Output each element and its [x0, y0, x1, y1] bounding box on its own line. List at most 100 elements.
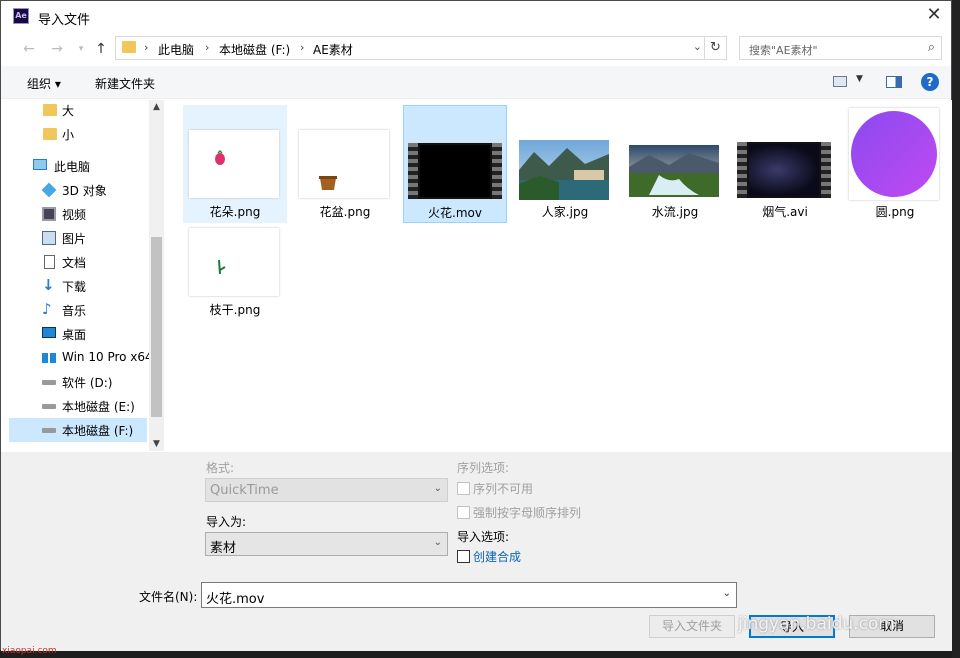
breadcrumb-separator-icon[interactable]: ›: [205, 41, 209, 54]
force-alphabetical-label: 强制按字母顺序排列: [473, 506, 582, 520]
chevron-down-icon[interactable]: ⌄: [723, 588, 731, 599]
up-arrow-icon[interactable]: ↑: [91, 39, 111, 59]
close-button[interactable]: ✕: [917, 1, 951, 31]
computer-icon: [33, 159, 47, 170]
nav-item-downloads[interactable]: ↓ 下载: [9, 274, 149, 298]
file-item[interactable]: 人家.jpg: [513, 105, 617, 223]
search-icon[interactable]: ⌕: [928, 40, 935, 55]
nav-label: 文档: [62, 256, 87, 270]
filename-input[interactable]: 火花.mov ⌄: [201, 582, 737, 608]
file-item[interactable]: 烟气.avi: [733, 105, 837, 223]
scrollbar-thumb[interactable]: [151, 237, 162, 417]
import-folder-button[interactable]: 导入文件夹: [649, 615, 735, 638]
file-item[interactable]: 枝干.png: [183, 223, 287, 341]
create-composition-checkbox[interactable]: [457, 550, 470, 563]
file-item[interactable]: 花朵.png: [183, 105, 287, 223]
nav-item-documents[interactable]: 文档: [9, 250, 149, 274]
import-as-select[interactable]: 素材 ⌄: [205, 532, 448, 556]
file-name: 火花.mov: [428, 206, 482, 220]
format-value: QuickTime: [210, 483, 279, 498]
circle-thumbnail-icon: [851, 111, 937, 197]
3d-objects-icon: [41, 182, 57, 198]
drive-icon: [42, 428, 56, 433]
nav-item-drive-d[interactable]: 软件 (D:): [9, 370, 149, 394]
nav-label: 本地磁盘 (E:): [62, 400, 135, 414]
nav-item-videos[interactable]: 视频: [9, 202, 149, 226]
download-icon: ↓: [42, 276, 55, 294]
nav-item-desktop[interactable]: 桌面: [9, 322, 149, 346]
file-item[interactable]: 圆.png: [843, 105, 947, 223]
scroll-up-icon[interactable]: ▲: [149, 102, 164, 112]
new-folder-button[interactable]: 新建文件夹: [95, 75, 155, 92]
breadcrumb-drive-f[interactable]: 本地磁盘 (F:): [219, 41, 290, 58]
nav-label: 图片: [62, 232, 87, 246]
nav-label: 音乐: [62, 304, 87, 318]
nav-item-win10-drive[interactable]: Win 10 Pro x64: [9, 346, 153, 370]
file-thumbnail: [189, 228, 279, 296]
breadcrumb-ae-materials[interactable]: AE素材: [313, 41, 353, 58]
nav-item-this-pc[interactable]: 此电脑: [9, 154, 149, 178]
nav-label: 3D 对象: [62, 184, 107, 198]
file-item[interactable]: 火花.mov: [403, 105, 507, 223]
folder-icon: [43, 128, 57, 140]
breadcrumb-this-pc[interactable]: 此电脑: [158, 41, 194, 58]
nav-item-da[interactable]: 大: [9, 100, 149, 122]
nav-label: 此电脑: [54, 160, 91, 174]
force-alphabetical-checkbox[interactable]: [457, 506, 470, 519]
file-thumbnail: [189, 130, 279, 198]
search-placeholder: 搜索"AE素材": [749, 44, 818, 57]
file-list: 花朵.png 花盆.png 火花.mov 人家.jpg 水流.jpg 烟气.av…: [166, 100, 952, 452]
file-name: 枝干.png: [209, 303, 261, 317]
search-input[interactable]: 搜索"AE素材" ⌕: [739, 36, 942, 60]
file-item[interactable]: 水流.jpg: [623, 105, 727, 223]
preview-pane-icon[interactable]: [886, 76, 902, 88]
recent-locations-chevron-icon[interactable]: ▾: [71, 39, 91, 59]
change-view-icon[interactable]: [833, 76, 847, 87]
create-composition-label[interactable]: 创建合成: [473, 548, 521, 565]
forward-arrow-icon[interactable]: →: [47, 39, 67, 59]
waterfall-landscape-photo: [629, 145, 719, 197]
import-as-label: 导入为:: [206, 515, 247, 529]
file-thumbnail: [849, 108, 939, 200]
file-thumbnail: [299, 130, 389, 198]
view-options-chevron-icon[interactable]: ▼: [856, 74, 863, 84]
nav-item-drive-f[interactable]: 本地磁盘 (F:): [9, 418, 147, 442]
address-dropdown-icon[interactable]: ⌄: [693, 40, 702, 53]
breadcrumb-separator-icon[interactable]: ›: [144, 41, 148, 54]
nav-item-3d-objects[interactable]: 3D 对象: [9, 178, 149, 202]
back-arrow-icon[interactable]: ←: [19, 39, 39, 59]
navigation-scrollbar[interactable]: ▲ ▼: [149, 100, 164, 451]
title-bar: Ae 导入文件 ✕: [1, 1, 951, 33]
nav-item-drive-e[interactable]: 本地磁盘 (E:): [9, 394, 149, 418]
file-thumbnail: [629, 145, 719, 197]
folder-icon: [43, 104, 57, 116]
file-name: 烟气.avi: [762, 205, 808, 219]
chevron-down-icon: ⌄: [433, 537, 442, 548]
scroll-down-icon[interactable]: ▼: [149, 439, 164, 449]
watermark-text: jingyan.baidu.com: [738, 614, 895, 634]
video-file-icon: [737, 142, 831, 198]
navigation-pane: 大 小 此电脑 3D 对象 视频 图片 文档 ↓ 下载 ♪ 音乐 桌面 Win …: [9, 100, 164, 451]
help-icon[interactable]: ?: [921, 73, 939, 91]
filename-value: 火花.mov: [206, 592, 265, 607]
organize-button[interactable]: 组织 ▾: [27, 75, 61, 92]
nav-label: 下载: [62, 280, 87, 294]
refresh-icon[interactable]: ↻: [704, 37, 726, 59]
breadcrumb-separator-icon[interactable]: ›: [300, 41, 304, 54]
flower-thumbnail-icon: [215, 149, 225, 165]
nav-item-music[interactable]: ♪ 音乐: [9, 298, 149, 322]
filename-label: 文件名(N):: [139, 590, 198, 604]
format-select[interactable]: QuickTime ⌄: [205, 478, 448, 502]
file-thumbnail: [519, 140, 609, 200]
branch-thumbnail-icon: [218, 259, 226, 275]
background-strip: [952, 0, 960, 658]
desktop-icon: [42, 327, 56, 338]
file-item[interactable]: 花盆.png: [293, 105, 397, 223]
file-name: 水流.jpg: [651, 205, 699, 219]
corner-url-text: xiaopai.com: [2, 646, 57, 656]
address-bar[interactable]: › 此电脑 › 本地磁盘 (F:) › AE素材 ⌄ ↻: [115, 36, 727, 60]
nav-item-pictures[interactable]: 图片: [9, 226, 149, 250]
sequence-unavailable-label: 序列不可用: [473, 482, 534, 496]
nav-item-xiao[interactable]: 小: [9, 122, 149, 146]
sequence-checkbox[interactable]: [457, 482, 470, 495]
